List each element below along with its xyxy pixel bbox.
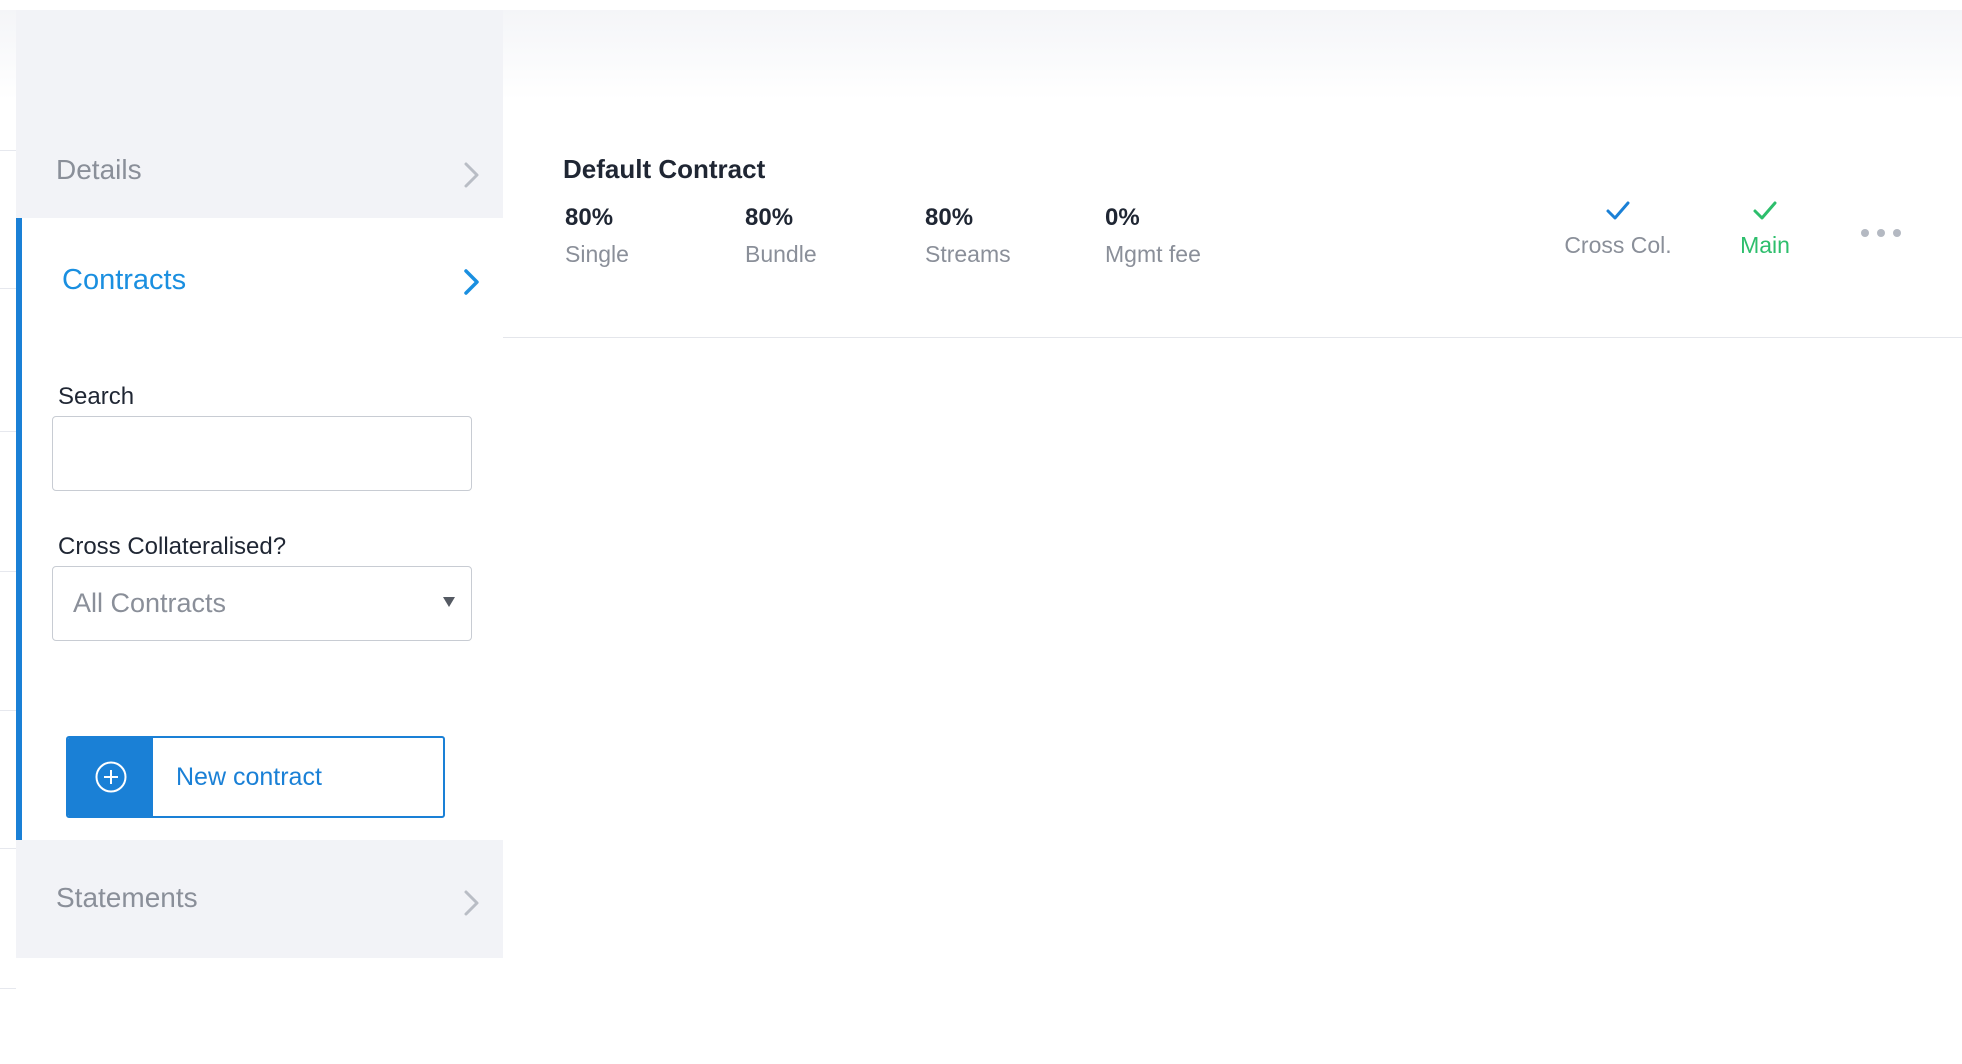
chevron-right-icon	[463, 161, 481, 188]
stat-label: Streams	[925, 241, 1011, 267]
plus-circle-icon	[68, 738, 153, 816]
more-options-icon[interactable]	[1861, 226, 1901, 240]
stat-mgmt-fee: 0% Mgmt fee	[1105, 204, 1201, 268]
main-flag: Main	[1725, 200, 1805, 259]
cross-col-flag: Cross Col.	[1558, 200, 1678, 259]
select-value: All Contracts	[73, 588, 227, 618]
stat-label: Single	[565, 241, 629, 267]
stat-label: Mgmt fee	[1105, 241, 1201, 267]
new-contract-label: New contract	[176, 763, 322, 791]
chevron-right-icon[interactable]	[463, 268, 481, 295]
chevron-right-icon	[463, 889, 481, 916]
check-icon	[1753, 201, 1777, 220]
contract-title: Default Contract	[563, 154, 766, 184]
stat-value: 80%	[565, 204, 614, 231]
cross-collateralised-label: Cross Collateralised?	[58, 533, 287, 560]
sidebar-item-label: Details	[56, 154, 142, 185]
sidebar-item-statements[interactable]: Statements	[16, 878, 503, 918]
cross-col-label: Cross Col.	[1564, 232, 1672, 258]
stat-value: 80%	[745, 204, 794, 231]
new-contract-button[interactable]: New contract	[66, 736, 445, 818]
main-label: Main	[1740, 232, 1790, 258]
stat-single: 80% Single	[565, 204, 629, 268]
caret-down-icon	[443, 597, 455, 607]
stat-label: Bundle	[745, 241, 817, 267]
sidebar: Details Contracts Search Cross Collatera…	[16, 10, 503, 958]
sidebar-item-details[interactable]: Details	[16, 150, 503, 190]
sidebar-item-label: Statements	[56, 882, 198, 913]
contract-row[interactable]: Default Contract 80% Single 80% Bundle 8…	[503, 100, 1962, 338]
search-input[interactable]	[52, 416, 472, 491]
sidebar-item-contracts[interactable]: Contracts	[62, 264, 186, 297]
search-label: Search	[58, 383, 135, 410]
stat-bundle: 80% Bundle	[745, 204, 817, 268]
stat-value: 0%	[1105, 204, 1140, 231]
cross-collateralised-select[interactable]: All Contracts	[52, 566, 472, 641]
sidebar-top-panel: Details	[16, 10, 503, 218]
check-icon	[1606, 201, 1630, 220]
stat-value: 80%	[925, 204, 974, 231]
stat-streams: 80% Streams	[925, 204, 1011, 268]
sidebar-bottom-panel: Statements	[16, 840, 503, 958]
contracts-panel: Contracts Search Cross Collateralised? A…	[16, 218, 503, 850]
